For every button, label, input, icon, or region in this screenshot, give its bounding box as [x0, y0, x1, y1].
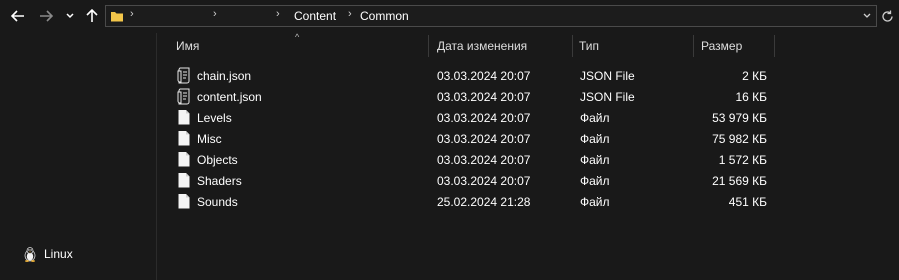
refresh-icon	[881, 10, 893, 22]
sidebar-item-linux[interactable]: Linux	[22, 245, 73, 263]
file-name-cell: Objects	[177, 149, 238, 170]
breadcrumb-separator[interactable]: ›	[276, 8, 280, 20]
file-row[interactable]: content.json 03.03.2024 20:07 JSON File …	[157, 86, 899, 107]
file-date: 03.03.2024 20:07	[437, 173, 531, 188]
column-header-type[interactable]: Тип	[573, 33, 694, 59]
file-icon	[178, 131, 190, 146]
file-date: 25.02.2024 21:28	[437, 194, 531, 209]
column-header-type-label: Тип	[579, 39, 600, 53]
column-divider[interactable]	[774, 35, 775, 57]
file-type: Файл	[580, 194, 610, 209]
file-name: Sounds	[197, 194, 238, 209]
file-icon	[178, 110, 190, 125]
file-row[interactable]: chain.json 03.03.2024 20:07 JSON File 2 …	[157, 65, 899, 86]
breadcrumb-separator[interactable]: ›	[348, 8, 352, 20]
file-size: 53 979 КБ	[712, 110, 767, 125]
tux-icon	[24, 247, 36, 262]
sidebar-item-label: Linux	[44, 247, 73, 261]
arrow-right-icon	[40, 10, 53, 22]
file-name: Misc	[197, 131, 222, 146]
file-size: 2 КБ	[742, 68, 767, 83]
column-header-date-label: Дата изменения	[437, 39, 528, 53]
up-button[interactable]	[82, 6, 102, 26]
file-icon	[178, 152, 190, 167]
forward-button[interactable]	[36, 6, 56, 26]
column-header-size-label: Размер	[701, 39, 743, 53]
file-name: chain.json	[197, 68, 252, 83]
file-name: content.json	[197, 89, 262, 104]
address-bar[interactable]: › › › Content › Common	[105, 5, 877, 27]
file-size: 451 КБ	[728, 194, 767, 209]
chevron-down-icon	[863, 13, 871, 18]
breadcrumb-content[interactable]: Content	[294, 9, 336, 23]
breadcrumb-separator[interactable]: ›	[130, 8, 134, 20]
file-name-cell: Levels	[177, 107, 232, 128]
chevron-down-icon	[66, 13, 74, 19]
file-date: 03.03.2024 20:07	[437, 89, 531, 104]
file-size: 16 КБ	[735, 89, 767, 104]
file-date: 03.03.2024 20:07	[437, 152, 531, 167]
file-name-cell: content.json	[177, 86, 262, 107]
file-type: JSON File	[580, 68, 635, 83]
file-type: Файл	[580, 131, 610, 146]
file-row[interactable]: Objects 03.03.2024 20:07 Файл 1 572 КБ	[157, 149, 899, 170]
breadcrumb-common[interactable]: Common	[360, 9, 409, 23]
file-size: 21 569 КБ	[712, 173, 767, 188]
back-button[interactable]	[8, 6, 28, 26]
file-size: 75 982 КБ	[712, 131, 767, 146]
address-dropdown-button[interactable]	[860, 8, 874, 24]
sort-ascending-icon: ^	[295, 32, 300, 42]
file-size: 1 572 КБ	[718, 152, 767, 167]
file-row[interactable]: Levels 03.03.2024 20:07 Файл 53 979 КБ	[157, 107, 899, 128]
file-row[interactable]: Misc 03.03.2024 20:07 Файл 75 982 КБ	[157, 128, 899, 149]
column-header-date[interactable]: Дата изменения	[429, 33, 573, 59]
file-name-cell: Shaders	[177, 170, 242, 191]
navigation-pane	[0, 33, 156, 280]
file-name: Levels	[197, 110, 232, 125]
file-type: Файл	[580, 110, 610, 125]
file-row[interactable]: Sounds 25.02.2024 21:28 Файл 451 КБ	[157, 191, 899, 212]
json-file-icon	[177, 88, 190, 105]
file-name: Objects	[197, 152, 238, 167]
file-icon	[178, 194, 190, 209]
column-header-name-label: Имя	[176, 39, 200, 53]
file-type: Файл	[580, 152, 610, 167]
file-type: Файл	[580, 173, 610, 188]
file-date: 03.03.2024 20:07	[437, 131, 531, 146]
file-list-view: Имя ^ Дата изменения Тип Размер chain.js…	[157, 32, 899, 280]
refresh-button[interactable]	[879, 8, 895, 24]
file-date: 03.03.2024 20:07	[437, 68, 531, 83]
file-row[interactable]: Shaders 03.03.2024 20:07 Файл 21 569 КБ	[157, 170, 899, 191]
arrow-up-icon	[86, 9, 98, 22]
file-name-cell: chain.json	[177, 65, 251, 86]
file-name-cell: Misc	[177, 128, 222, 149]
arrow-left-icon	[11, 10, 24, 22]
file-name-cell: Sounds	[177, 191, 238, 212]
json-file-icon	[177, 67, 190, 84]
column-header-size[interactable]: Размер	[694, 33, 775, 59]
recent-locations-button[interactable]	[62, 6, 78, 26]
navigation-toolbar: › › › Content › Common	[0, 0, 899, 33]
folder-icon	[111, 12, 123, 22]
file-name: Shaders	[197, 173, 242, 188]
breadcrumb-separator[interactable]: ›	[213, 8, 217, 20]
file-type: JSON File	[580, 89, 635, 104]
column-header-name[interactable]: Имя ^	[157, 32, 429, 59]
file-icon	[178, 173, 190, 188]
file-date: 03.03.2024 20:07	[437, 110, 531, 125]
column-header: Имя ^ Дата изменения Тип Размер	[157, 32, 899, 59]
